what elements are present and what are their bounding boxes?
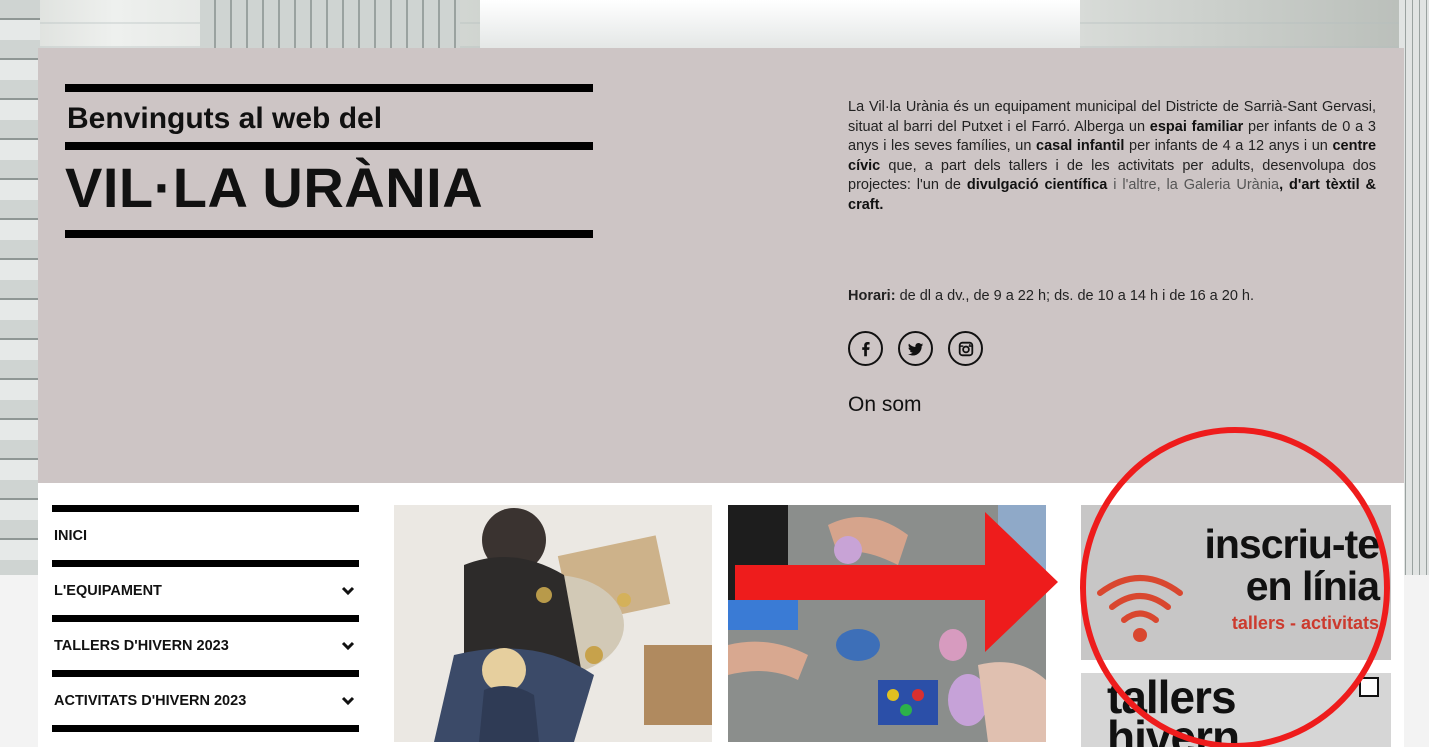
- signup-line1: inscriu-te: [1204, 521, 1380, 567]
- nav-item-label: ACTIVITATS D'HIVERN 2023: [54, 693, 247, 709]
- nav-item-equipament[interactable]: L'EQUIPAMENT: [52, 567, 359, 615]
- winter-workshops-text: tallers hivern: [1107, 673, 1240, 747]
- nav-divider: [52, 725, 359, 732]
- location-link[interactable]: On som: [848, 393, 922, 417]
- intro-bold-family-space: espai familiar: [1149, 118, 1244, 135]
- chevron-down-icon[interactable]: [341, 694, 355, 708]
- background-ceiling: [480, 0, 1080, 48]
- wifi-icon: [1097, 575, 1183, 642]
- nav-divider: [52, 615, 359, 622]
- signup-subtitle: tallers - activitats: [1231, 613, 1379, 633]
- kids-activity-photo[interactable]: [728, 505, 1046, 742]
- opening-hours: Horari: de dl a dv., de 9 a 22 h; ds. de…: [848, 288, 1376, 304]
- main-nav: INICI L'EQUIPAMENT TALLERS D'HIVERN 2023…: [52, 505, 359, 732]
- kids-activity-photo-image: [728, 505, 1046, 742]
- workshop-photo-image: [394, 505, 712, 742]
- nav-divider: [52, 505, 359, 512]
- instagram-icon[interactable]: [948, 331, 983, 366]
- hours-text: de dl a dv., de 9 a 22 h; ds. de 10 a 14…: [895, 288, 1255, 304]
- hours-label: Horari:: [848, 288, 896, 304]
- title-rule-middle: [65, 142, 593, 150]
- signup-line2: en línia: [1245, 563, 1380, 609]
- online-signup-banner[interactable]: inscriu-te en línia tallers - activitats: [1081, 505, 1391, 660]
- facebook-icon[interactable]: [848, 331, 883, 366]
- social-links: [848, 331, 983, 366]
- nav-item-label: L'EQUIPAMENT: [54, 583, 162, 599]
- title-rule-bottom: [65, 230, 593, 238]
- chevron-down-icon[interactable]: [341, 639, 355, 653]
- nav-item-inici[interactable]: INICI: [52, 512, 359, 560]
- nav-divider: [52, 670, 359, 677]
- winter-workshops-banner[interactable]: tallers hivern: [1081, 673, 1391, 747]
- pdf-icon: [1359, 677, 1379, 697]
- chevron-down-icon[interactable]: [341, 584, 355, 598]
- nav-item-label: INICI: [54, 528, 88, 544]
- intro-paragraph: La Vil·la Urània és un equipament munici…: [848, 98, 1376, 215]
- title-rule-top: [65, 84, 593, 92]
- title-block: Benvinguts al web del VIL·LA URÀNIA: [65, 84, 593, 238]
- background-window-left: [0, 0, 40, 575]
- welcome-heading: Benvinguts al web del: [67, 102, 383, 135]
- content-area: INICI L'EQUIPAMENT TALLERS D'HIVERN 2023…: [38, 483, 1404, 747]
- galeria-urania-link[interactable]: i l'altre, la Galeria Urània: [1107, 177, 1279, 193]
- site-name: VIL·LA URÀNIA: [65, 156, 484, 219]
- nav-item-activitats[interactable]: ACTIVITATS D'HIVERN 2023: [52, 677, 359, 725]
- hero-panel: Benvinguts al web del VIL·LA URÀNIA La V…: [38, 48, 1404, 483]
- nav-item-tallers[interactable]: TALLERS D'HIVERN 2023: [52, 622, 359, 670]
- intro-text: per infants de 4 a 12 anys i un: [1124, 138, 1333, 154]
- nav-divider: [52, 560, 359, 567]
- workshop-photo[interactable]: [394, 505, 712, 742]
- intro-bold-kids-casal: casal infantil: [1036, 138, 1125, 154]
- signup-heading: inscriu-te en línia: [1204, 521, 1380, 609]
- background-window-top: [200, 0, 460, 48]
- nav-item-label: TALLERS D'HIVERN 2023: [54, 638, 229, 654]
- twitter-icon[interactable]: [898, 331, 933, 366]
- intro-bold-science: divulgació científica: [966, 177, 1108, 193]
